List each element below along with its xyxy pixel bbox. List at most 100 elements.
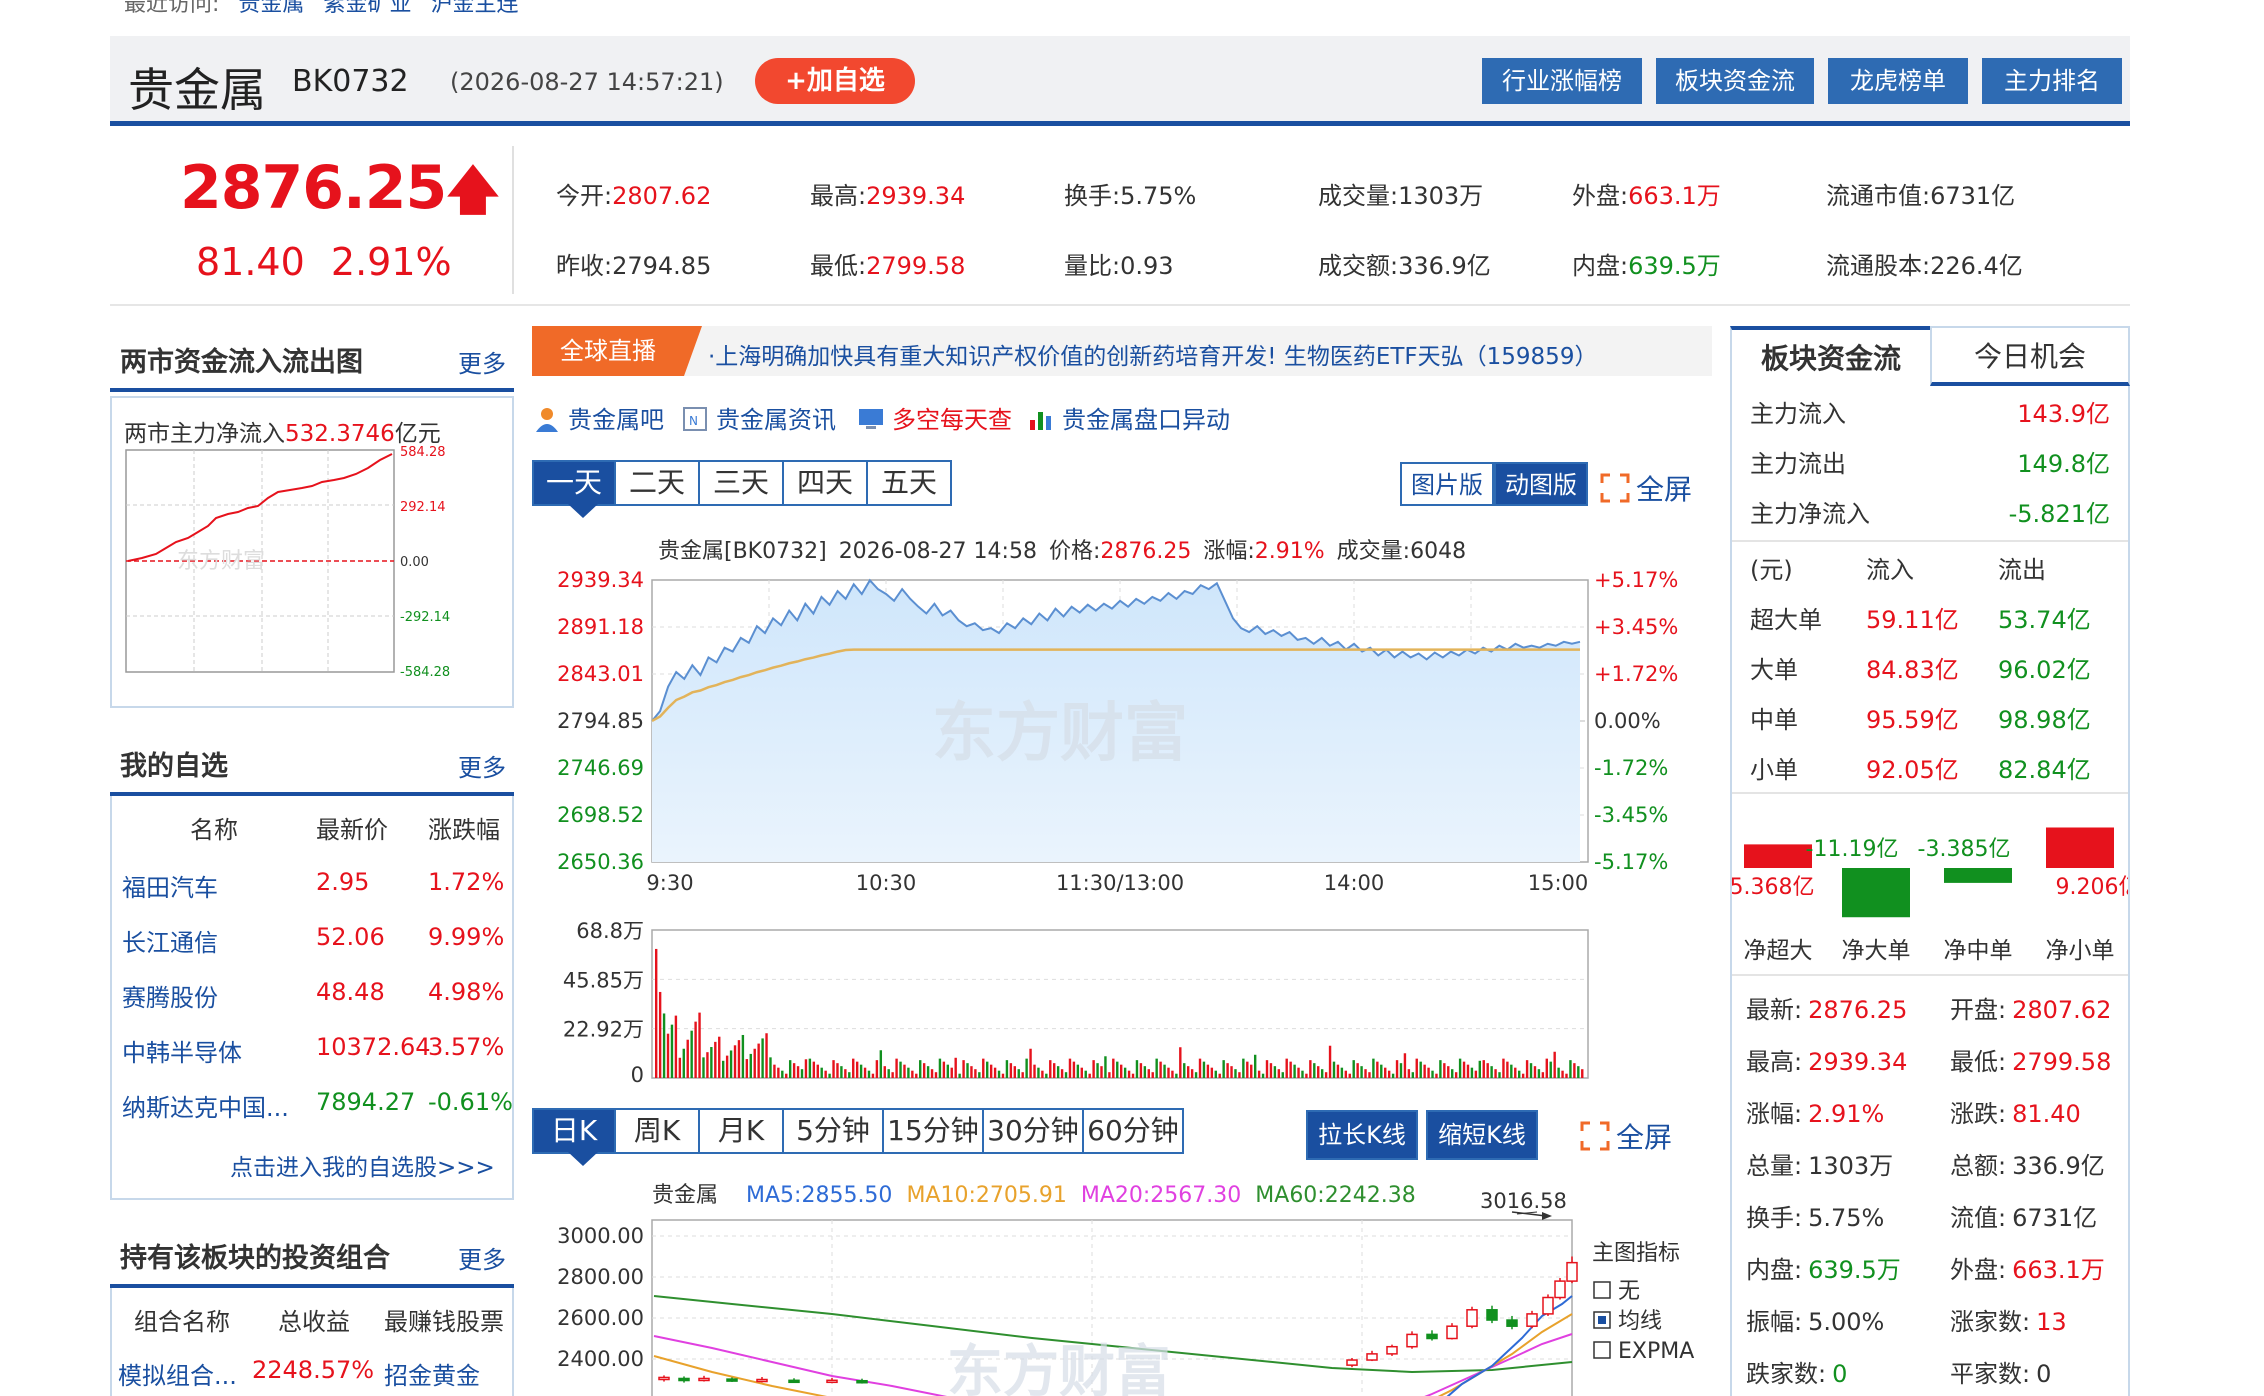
daytabs-tab[interactable]: 四天: [784, 460, 868, 506]
portfolio-box: 组合名称 总收益 最赚钱股票 模拟组合... 2248.57% 招金黄金: [110, 1288, 514, 1396]
volume-bar: [1080, 1067, 1083, 1078]
watchlist-stock-link[interactable]: 赛腾股份: [122, 978, 218, 1013]
tab-pointer-icon: [568, 504, 598, 518]
volume-bar: [1352, 1060, 1355, 1078]
volume-bar: [800, 1069, 804, 1078]
recent-link[interactable]: 沪金主连: [430, 0, 518, 17]
volume-bar: [655, 948, 658, 1078]
watchlist-stock-link[interactable]: 中韩半导体: [122, 1033, 242, 1068]
volume-bar: [1309, 1060, 1312, 1078]
day-tabs: 一天 二天 三天 四天 五天: [532, 460, 952, 506]
daytabs-tab[interactable]: 二天: [616, 460, 700, 506]
watchlist-stock-link[interactable]: 纳斯达克中国...: [122, 1088, 289, 1123]
watchlist-pct: -0.61%: [428, 1088, 513, 1116]
pct-axis-tick: +5.17%: [1594, 568, 1678, 592]
fullscreen-button[interactable]: 全屏: [1600, 468, 1692, 508]
tab-today-chance[interactable]: 今日机会: [1930, 326, 2130, 386]
recent-link[interactable]: 贵金属: [238, 0, 304, 17]
ktabs-tab[interactable]: 月K: [700, 1108, 784, 1154]
monitor-icon: [859, 409, 883, 429]
volume-bar: [745, 1059, 749, 1078]
stretch-kline-button[interactable]: 拉长K线: [1306, 1110, 1418, 1160]
volume-bar: [1415, 1058, 1418, 1078]
volume-bar: [844, 1069, 847, 1078]
daytabs-tab[interactable]: 三天: [700, 460, 784, 506]
volume-bar: [1328, 1045, 1332, 1078]
long-short-link[interactable]: 多空每天查: [858, 400, 1012, 435]
recent-link[interactable]: 紫金矿业: [323, 0, 411, 17]
watchlist-box: 名称 最新价 涨跌幅 福田汽车 2.95 1.72% 长江通信 52.06 9.99% 赛腾…: [110, 796, 514, 1200]
watchlist-enter-link[interactable]: 点击进入我的自选股>>>: [230, 1148, 495, 1182]
volume-bar: [1060, 1069, 1064, 1078]
volume-bar: [718, 1036, 721, 1078]
stat-item: 平家数: 0: [1950, 1360, 2052, 1388]
ktabs-tab[interactable]: 5分钟: [784, 1108, 884, 1154]
portfolio-stock-link[interactable]: 招金黄金: [384, 1356, 480, 1391]
quote-item: 今开:2807.62: [556, 182, 712, 210]
volume-bar: [1344, 1070, 1348, 1078]
shrink-kline-button[interactable]: 缩短K线: [1426, 1110, 1538, 1160]
ktabs-tab[interactable]: 30分钟: [984, 1108, 1084, 1154]
watchlist-more-link[interactable]: 更多: [458, 748, 506, 783]
portfolio-name-link[interactable]: 模拟组合...: [118, 1356, 237, 1391]
volume-bar: [989, 1064, 993, 1078]
ktabs-tab[interactable]: 日K: [532, 1108, 616, 1154]
news-link[interactable]: N 贵金属资讯: [682, 400, 836, 435]
market-change-link[interactable]: 贵金属盘口异动: [1028, 400, 1230, 435]
net-flow-bar: [1944, 868, 2012, 883]
volume-bar: [879, 1050, 883, 1078]
ktabs-tab[interactable]: 15分钟: [884, 1108, 984, 1154]
indicator-checkbox[interactable]: [1593, 1281, 1611, 1299]
tab-sector-flow[interactable]: 板块资金流: [1730, 326, 1930, 386]
main-rank-button[interactable]: 主力排名: [1982, 58, 2122, 104]
change-pct: 2.91%: [330, 240, 452, 284]
ktabs-tab[interactable]: 60分钟: [1084, 1108, 1184, 1154]
volume-bar: [1301, 1070, 1304, 1078]
quote-item: 换手:5.75%: [1064, 182, 1197, 210]
kline-axis-tick: 3000.00: [557, 1224, 644, 1248]
ma10-line: [1437, 1313, 1573, 1396]
animated-version-button[interactable]: 动图版: [1494, 462, 1588, 506]
kline-high-mark: 3016.58: [1480, 1189, 1567, 1213]
broadcast-tag[interactable]: 全球直播: [532, 326, 684, 376]
add-watchlist-button[interactable]: +加自选: [755, 58, 915, 104]
daytabs-tab[interactable]: 一天: [532, 460, 616, 506]
volume-bar: [1092, 1060, 1095, 1078]
industry-rank-button[interactable]: 行业涨幅榜: [1482, 58, 1642, 104]
daytabs-tab[interactable]: 五天: [868, 460, 952, 506]
watchlist-price: 10372.64: [316, 1033, 431, 1061]
watchlist-pct: 1.72%: [428, 868, 505, 896]
indicator-label[interactable]: 均线: [1618, 1309, 1662, 1334]
ktabs-tab[interactable]: 周K: [616, 1108, 700, 1154]
volume-bar: [1525, 1060, 1529, 1078]
volume-bar: [930, 1069, 934, 1078]
forum-link[interactable]: 贵金属吧: [534, 400, 664, 435]
candle: [856, 1379, 868, 1384]
stat-item: 流值: 6731亿: [1950, 1204, 2098, 1232]
volume-bar: [1273, 1066, 1277, 1078]
candle: [1366, 1353, 1378, 1361]
net-flow-value: -11.19亿: [1806, 837, 1899, 862]
indicator-checkbox[interactable]: [1593, 1341, 1611, 1359]
volume-bar: [1108, 1072, 1111, 1078]
capital-flow-more-link[interactable]: 更多: [458, 344, 506, 379]
divider: [1732, 540, 2128, 542]
svg-text:N: N: [689, 414, 698, 428]
watchlist-stock-link[interactable]: 长江通信: [122, 923, 218, 958]
indicator-label[interactable]: 无: [1618, 1279, 1640, 1304]
capital-tick: 0.00: [400, 555, 429, 570]
volume-bar: [1533, 1066, 1537, 1078]
indicator-label[interactable]: EXPMA: [1618, 1339, 1694, 1364]
watchlist-stock-link[interactable]: 福田汽车: [122, 868, 218, 903]
dragon-tiger-button[interactable]: 龙虎榜单: [1828, 58, 1968, 104]
broadcast-text[interactable]: ·上海明确加快具有重大知识产权价值的创新药培育开发! 生物医药ETF天弘（159…: [708, 337, 1597, 371]
intraday-info: 贵金属[BK0732] 2026-08-27 14:58 价格:2876.25 涨幅:…: [658, 539, 1466, 564]
volume-bar: [1305, 1073, 1308, 1078]
candle: [1566, 1261, 1578, 1282]
volume-bar: [1029, 1048, 1032, 1078]
price-axis-tick: 2891.18: [557, 615, 644, 639]
sector-flow-button[interactable]: 板块资金流: [1656, 58, 1814, 104]
kline-fullscreen-button[interactable]: 全屏: [1580, 1116, 1672, 1156]
image-version-button[interactable]: 图片版: [1400, 462, 1494, 506]
portfolio-more-link[interactable]: 更多: [458, 1240, 506, 1275]
